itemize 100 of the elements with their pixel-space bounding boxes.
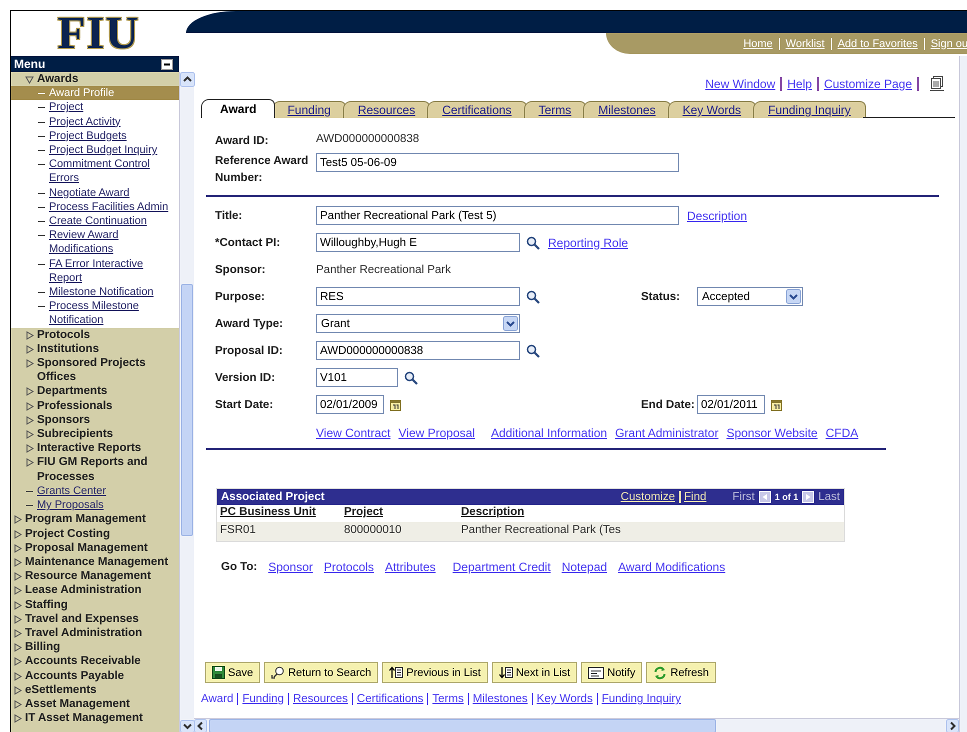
column-header[interactable]: Project xyxy=(344,506,461,521)
calendar-icon[interactable] xyxy=(771,398,782,410)
menu-item[interactable]: Commitment Control Errors xyxy=(11,157,179,186)
menu-item[interactable]: Program Management xyxy=(11,512,179,526)
menu-item[interactable]: Process Facilities Admin xyxy=(11,200,179,214)
related-link[interactable]: Additional Information xyxy=(490,426,608,442)
tab[interactable]: Funding Inquiry xyxy=(753,101,866,118)
input-field[interactable]: Willoughby,Hugh E xyxy=(316,233,520,252)
page-link[interactable]: New Window xyxy=(705,77,776,91)
page-link[interactable]: Terms xyxy=(427,693,468,705)
grid-link[interactable]: Find xyxy=(679,491,706,503)
menu-item[interactable]: Institutions xyxy=(11,342,179,356)
menu-item[interactable]: eSettlements xyxy=(11,682,179,697)
menu-item[interactable]: Professionals xyxy=(11,398,179,413)
last-link[interactable]: Last xyxy=(818,491,840,503)
menu-item[interactable]: Negotiate Award xyxy=(11,186,179,200)
input-field[interactable]: Test5 05-06-09 xyxy=(316,153,679,172)
menu-item[interactable]: Create Continuation xyxy=(11,214,179,228)
menu-item[interactable]: Milestone Notification xyxy=(11,285,179,300)
toolbar-button[interactable]: Refresh xyxy=(646,662,716,683)
field-link[interactable]: Description xyxy=(687,208,748,222)
right-arrow-icon[interactable] xyxy=(946,719,959,732)
menu-item[interactable]: Maintenance Management xyxy=(11,554,179,570)
toolbar-button[interactable]: Next in List xyxy=(492,662,578,683)
tab[interactable]: Funding xyxy=(272,101,346,118)
scrollbar-thumb[interactable] xyxy=(181,284,193,536)
page-link[interactable]: Funding Inquiry xyxy=(596,693,685,705)
menu-item[interactable]: Project Budgets xyxy=(11,128,179,144)
menu-item[interactable]: FIU GM Reports and Processes xyxy=(11,455,179,484)
goto-link[interactable]: Attributes xyxy=(384,560,436,574)
menu-item[interactable]: Project xyxy=(11,100,179,115)
down-arrow-icon[interactable] xyxy=(180,720,195,732)
search-icon[interactable] xyxy=(404,370,418,384)
page-link[interactable]: Help xyxy=(780,77,812,91)
search-icon[interactable] xyxy=(526,290,540,304)
tab[interactable]: Resources xyxy=(342,101,430,118)
menu-item[interactable]: Protocols xyxy=(11,328,179,342)
dropdown[interactable]: Accepted xyxy=(697,287,803,306)
related-link[interactable]: View Proposal xyxy=(398,426,475,442)
menu-item[interactable]: Departments xyxy=(11,384,179,399)
search-icon[interactable] xyxy=(526,236,540,250)
input-field[interactable]: Panther Recreational Park (Test 5) xyxy=(316,206,679,225)
related-link[interactable]: View Contract xyxy=(316,426,390,442)
page-link[interactable]: Key Words xyxy=(532,693,597,705)
input-field[interactable]: AWD000000000838 xyxy=(316,341,520,360)
document-icon[interactable] xyxy=(929,76,945,92)
menu-item[interactable]: Resource Management xyxy=(11,569,179,584)
menu-item[interactable]: Project Costing xyxy=(11,526,179,541)
menu-item[interactable]: Proposal Management xyxy=(11,540,179,555)
page-link[interactable]: Award xyxy=(201,693,238,705)
field-link[interactable]: Reporting Role xyxy=(548,236,628,250)
scrollbar-thumb[interactable] xyxy=(209,719,716,732)
goto-link[interactable]: Award Modifications xyxy=(618,560,726,574)
menu-item[interactable]: Process Milestone Notification xyxy=(11,299,179,328)
toolbar-button[interactable]: Notify xyxy=(581,662,642,683)
dropdown[interactable]: Grant xyxy=(316,314,520,333)
page-link[interactable]: Milestones xyxy=(468,693,532,705)
goto-link[interactable]: Department Credit xyxy=(452,560,551,574)
menu-item[interactable]: Lease Administration xyxy=(11,583,179,598)
column-header[interactable]: Description xyxy=(461,506,841,521)
menu-item[interactable]: Accounts Payable xyxy=(11,668,179,683)
menu-item[interactable]: Billing xyxy=(11,640,179,654)
menu-item[interactable]: Awards xyxy=(11,72,179,86)
vertical-scrollbar[interactable] xyxy=(959,56,967,732)
first-link[interactable]: First xyxy=(732,491,755,503)
toolbar-button[interactable]: Previous in List xyxy=(382,662,488,683)
menu-item[interactable]: My Proposals xyxy=(11,498,179,512)
tab[interactable]: Key Words xyxy=(668,101,756,118)
search-icon[interactable] xyxy=(526,344,540,358)
menu-item[interactable]: Project Budget Inquiry xyxy=(11,143,179,158)
toolbar-button[interactable]: Save xyxy=(205,662,260,683)
calendar-icon[interactable] xyxy=(390,398,401,410)
left-arrow-icon[interactable] xyxy=(194,719,207,732)
menu-item[interactable]: IT Asset Management xyxy=(11,711,179,726)
page-link[interactable]: Funding xyxy=(237,693,288,705)
menu-item[interactable]: Grants Center xyxy=(11,484,179,498)
goto-link[interactable]: Sponsor xyxy=(268,560,313,574)
menu-item[interactable]: Asset Management xyxy=(11,696,179,712)
tab[interactable]: Terms xyxy=(524,101,586,118)
menu-item[interactable]: Accounts Receivable xyxy=(11,654,179,669)
input-field[interactable]: RES xyxy=(316,287,520,306)
page-link[interactable]: Resources xyxy=(288,693,352,705)
vertical-scrollbar[interactable] xyxy=(179,72,194,732)
column-header[interactable]: PC Business Unit xyxy=(220,506,344,521)
collapse-icon[interactable] xyxy=(161,58,173,70)
menu-item[interactable]: Subrecipients xyxy=(11,427,179,442)
related-link[interactable]: Grant Administrator xyxy=(615,426,718,442)
menu-item[interactable]: Project Activity xyxy=(11,114,179,129)
goto-link[interactable]: Notepad xyxy=(562,560,608,574)
menu-item[interactable]: Sponsored Projects Offices xyxy=(11,356,179,384)
menu-item[interactable]: Staffing xyxy=(11,598,179,612)
horizontal-scrollbar[interactable] xyxy=(194,718,959,732)
menu-item[interactable]: Interactive Reports xyxy=(11,441,179,456)
menu-item[interactable]: Travel and Expenses xyxy=(11,612,179,626)
related-link[interactable]: CFDA xyxy=(826,426,858,442)
menu-item[interactable]: Sponsors xyxy=(11,412,179,428)
related-link[interactable]: Sponsor Website xyxy=(726,426,818,442)
tab[interactable]: Award xyxy=(201,99,276,118)
menu-item[interactable]: Travel Administration xyxy=(11,626,179,640)
input-field[interactable]: V101 xyxy=(316,368,398,387)
